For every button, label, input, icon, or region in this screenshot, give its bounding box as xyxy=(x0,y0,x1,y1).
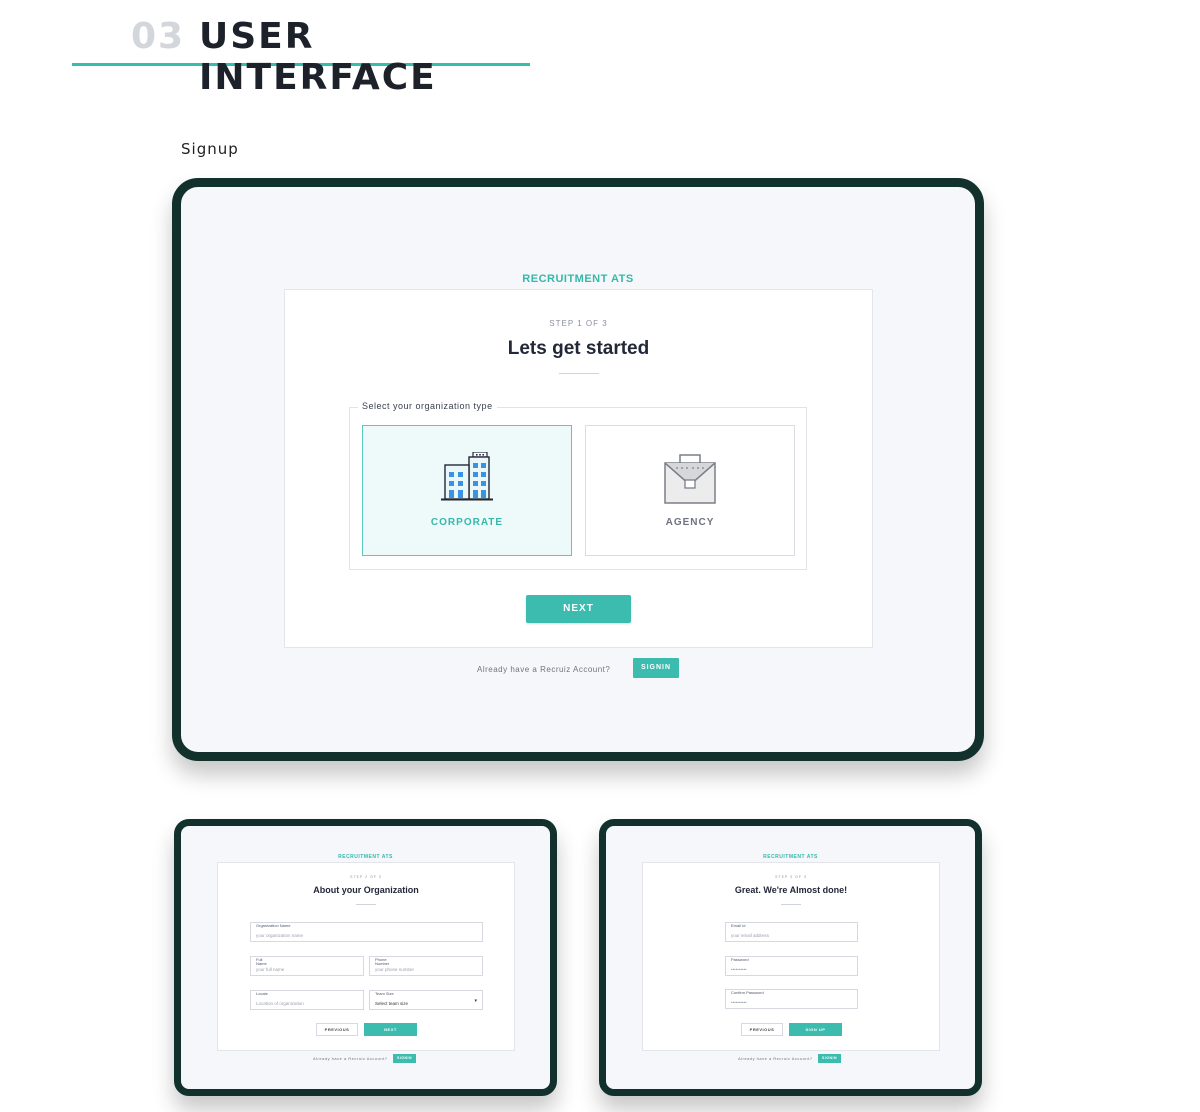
already-account-text: Already have a Recruiz Account? xyxy=(738,1056,813,1061)
signup-subtitle: Signup xyxy=(181,140,239,158)
org-name-field[interactable]: Organization Name your organization name xyxy=(250,922,483,942)
field-placeholder: •••••••••• xyxy=(731,1000,747,1005)
signin-button[interactable]: SIGNIN xyxy=(393,1054,416,1063)
previous-button[interactable]: PREVIOUS xyxy=(316,1023,358,1036)
phone-number-field[interactable]: Phone Number your phone number xyxy=(369,956,483,976)
password-field[interactable]: Password •••••••••• xyxy=(725,956,858,976)
previous-button[interactable]: PREVIOUS xyxy=(741,1023,783,1036)
team-size-select[interactable]: Team Size Select team size ▾ xyxy=(369,990,483,1010)
title-divider xyxy=(558,373,599,374)
next-button[interactable]: NEXT xyxy=(364,1023,417,1036)
select-value: Select team size xyxy=(375,1001,409,1006)
brand-label: RECRUITMENT ATS xyxy=(338,854,393,860)
confirm-password-field[interactable]: Confirm Password •••••••••• xyxy=(725,989,858,1009)
signup-card: STEP 3 OF 3 Great. We're Almost done! Em… xyxy=(642,862,940,1051)
building-icon xyxy=(441,452,493,501)
field-placeholder: •••••••••• xyxy=(731,967,747,972)
org-type-agency[interactable]: AGENCY xyxy=(585,425,795,556)
title-divider xyxy=(781,904,801,905)
field-placeholder: Location of organization xyxy=(256,1001,304,1006)
agency-label: AGENCY xyxy=(665,517,715,528)
field-label: Email Id xyxy=(731,923,746,928)
brand-label: RECRUITMENT ATS xyxy=(763,854,818,860)
page-title: About your Organization xyxy=(313,885,419,895)
already-account-text: Already have a Recruiz Account? xyxy=(313,1056,388,1061)
signup-card: STEP 1 OF 3 Lets get started Select your… xyxy=(284,289,873,648)
org-type-legend: Select your organization type xyxy=(358,401,497,411)
brand-label: RECRUITMENT ATS xyxy=(522,273,634,285)
signin-button[interactable]: SIGNIN xyxy=(818,1054,841,1063)
page-title: Great. We're Almost done! xyxy=(734,885,848,895)
step-indicator: STEP 1 OF 3 xyxy=(549,319,608,328)
corporate-label: CORPORATE xyxy=(430,517,504,528)
already-account-text: Already have a Recruiz Account? xyxy=(477,665,611,674)
email-field[interactable]: Email Id your email address xyxy=(725,922,858,942)
field-label: Phone Number xyxy=(375,957,390,966)
field-label: Full Name xyxy=(256,957,267,966)
briefcase-icon xyxy=(664,454,716,504)
title-divider xyxy=(356,904,376,905)
field-label: Team Size xyxy=(375,991,394,996)
device-step-2: RECRUITMENT ATS STEP 2 OF 3 About your O… xyxy=(174,819,557,1096)
field-placeholder: your email address xyxy=(731,933,770,938)
signin-button[interactable]: SIGNIN xyxy=(633,658,679,678)
page-title: Lets get started xyxy=(507,338,650,359)
org-type-corporate[interactable]: CORPORATE xyxy=(362,425,572,556)
section-number: 03 xyxy=(131,16,186,57)
device-step-1: RECRUITMENT ATS STEP 1 OF 3 Lets get sta… xyxy=(172,178,984,761)
sign-up-button[interactable]: SIGN UP xyxy=(789,1023,842,1036)
signup-card: STEP 2 OF 3 About your Organization Orga… xyxy=(217,862,515,1051)
field-label: Password xyxy=(731,957,749,962)
field-placeholder: your full name xyxy=(256,967,285,972)
field-placeholder: your organization name xyxy=(256,933,304,938)
field-placeholder: your phone number xyxy=(375,967,415,972)
locale-field[interactable]: Locale Location of organization xyxy=(250,990,364,1010)
field-label: Locale xyxy=(256,991,268,996)
caret-down-icon: ▾ xyxy=(474,998,477,1004)
device-step-3: RECRUITMENT ATS STEP 3 OF 3 Great. We're… xyxy=(599,819,982,1096)
field-label: Organization Name xyxy=(256,923,291,928)
section-heading: 03 USER INTERFACE xyxy=(72,10,530,98)
org-type-fieldset: Select your organization type CORPORATE … xyxy=(349,401,807,570)
full-name-field[interactable]: Full Name your full name xyxy=(250,956,364,976)
field-label: Confirm Password xyxy=(731,990,764,995)
section-title: USER INTERFACE xyxy=(199,16,437,98)
step-indicator: STEP 2 OF 3 xyxy=(350,875,382,879)
step-indicator: STEP 3 OF 3 xyxy=(775,875,807,879)
next-button[interactable]: NEXT xyxy=(526,595,631,623)
